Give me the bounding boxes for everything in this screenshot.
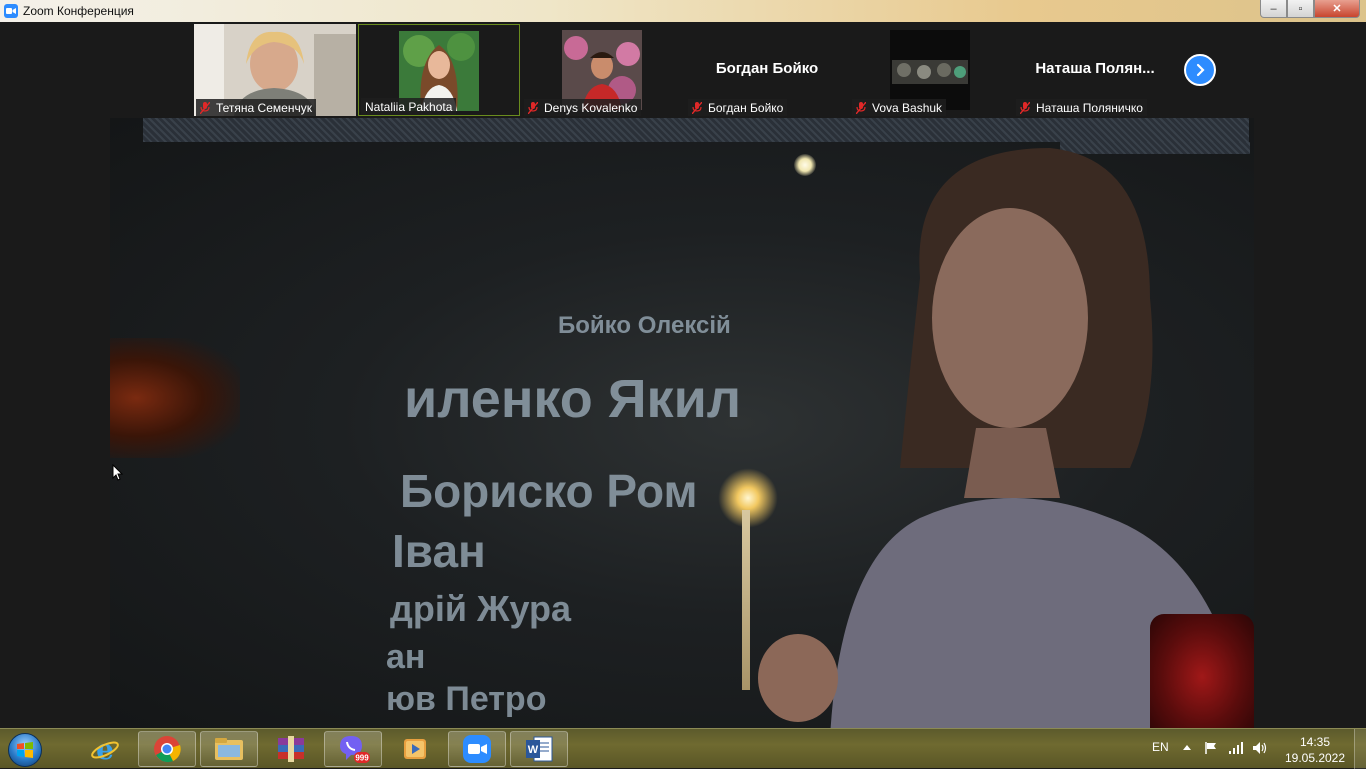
memorial-wall-text: юв Петро (386, 680, 547, 718)
taskbar-file-explorer[interactable] (200, 731, 258, 767)
participant-name: Denys Kovalenko (544, 100, 638, 115)
language-indicator[interactable]: EN (1152, 740, 1169, 754)
participant-name: Nataliia Pakhota (365, 99, 453, 114)
taskbar-word[interactable]: W (510, 731, 568, 767)
viber-badge: 999 (355, 754, 369, 763)
memorial-wall-text: иленко Якил (404, 369, 742, 429)
participant-name-tag: Наташа Поляничко (1016, 99, 1147, 116)
taskbar: e 999 W EN 14:35 19.05.2022 (0, 728, 1366, 769)
taskbar-ie[interactable]: e (76, 731, 134, 767)
window-title: Zoom Конференция (23, 4, 134, 18)
participant-display-name: Наташа Полян... (1035, 60, 1155, 77)
chevron-up-icon[interactable] (1182, 741, 1192, 755)
start-button[interactable] (4, 731, 46, 769)
volume-icon[interactable] (1252, 741, 1268, 755)
media-player-icon (404, 739, 426, 759)
taskbar-zoom[interactable] (448, 731, 506, 767)
next-page-button[interactable] (1184, 54, 1216, 86)
mic-muted-icon (856, 101, 866, 114)
participant-video (562, 30, 642, 110)
main-video: Бойко Олексій иленко Якил Бориско Ром Ів… (110, 118, 1254, 728)
participant-name-tag: Тетяна Семенчук (196, 99, 316, 116)
taskbar-winrar[interactable] (262, 731, 320, 767)
participant-name-tag: Denys Kovalenko (524, 99, 642, 116)
mic-muted-icon (200, 101, 210, 114)
fire-glow (110, 338, 240, 458)
participant-name: Богдан Бойко (708, 100, 784, 115)
memorial-wall-text: дрій Жура (390, 588, 572, 629)
folder-icon (215, 738, 243, 760)
taskbar-viber[interactable]: 999 (324, 731, 382, 767)
memorial-wall-text: Бойко Олексій (558, 312, 731, 339)
participant-tile[interactable]: Denys Kovalenko (522, 24, 684, 116)
network-signal-icon[interactable] (1228, 741, 1244, 755)
mic-muted-icon (692, 101, 702, 114)
chevron-right-icon (1196, 63, 1205, 77)
memorial-wall-text: Іван (392, 525, 486, 577)
mouse-cursor (112, 464, 124, 481)
viber-icon: 999 (340, 736, 370, 763)
show-desktop-button[interactable] (1354, 729, 1366, 769)
internet-explorer-icon: e (91, 734, 119, 764)
memorial-wall-text: Бориско Ром (400, 465, 698, 517)
participant-name: Тетяна Семенчук (216, 100, 312, 115)
participant-name: Наташа Поляничко (1036, 100, 1143, 115)
windows-logo-icon (8, 733, 42, 767)
memorial-wall-text: ан (386, 638, 426, 676)
participant-name-tag: Vova Bashuk (852, 99, 947, 116)
participant-tile[interactable]: Наташа Полян... Наташа Поляничко (1014, 24, 1176, 116)
candle (742, 510, 750, 690)
word-icon: W (526, 736, 553, 762)
participant-name-tag: Nataliia Pakhota (361, 98, 457, 115)
winrar-icon (278, 736, 304, 762)
participant-tile[interactable]: Тетяна Семенчук (194, 24, 356, 116)
svg-text:e: e (96, 734, 114, 764)
participant-tile[interactable]: Vova Bashuk (850, 24, 1012, 116)
taskbar-media-player[interactable] (386, 731, 444, 767)
memorial-lantern (1150, 614, 1254, 728)
close-button[interactable]: ✕ (1314, 0, 1360, 18)
taskbar-chrome[interactable] (138, 731, 196, 767)
action-center-flag-icon[interactable] (1204, 741, 1218, 755)
participant-tile[interactable]: Богдан Бойко Богдан Бойко (686, 24, 848, 116)
meeting-area: Тетяна Семенчук Nataliia Pakhota Denys K… (0, 22, 1366, 728)
clock-time: 14:35 (1299, 735, 1331, 749)
zoom-icon (463, 735, 491, 763)
minimize-button[interactable]: ‒ (1260, 0, 1287, 18)
maximize-button[interactable]: ▫ (1287, 0, 1314, 18)
mic-muted-icon (528, 101, 538, 114)
system-clock[interactable]: 14:35 19.05.2022 (1284, 734, 1346, 766)
zoom-app-icon (4, 4, 18, 18)
mic-muted-icon (1020, 101, 1030, 114)
participant-strip: Тетяна Семенчук Nataliia Pakhota Denys K… (194, 24, 1178, 116)
participant-display-name: Богдан Бойко (715, 60, 819, 77)
participant-video (890, 30, 970, 110)
participant-tile-active[interactable]: Nataliia Pakhota (358, 24, 520, 116)
participant-name: Vova Bashuk (872, 100, 943, 115)
clock-date: 19.05.2022 (1284, 751, 1346, 765)
participant-name-tag: Богдан Бойко (688, 99, 788, 116)
title-bar: Zoom Конференция ‒ ▫ ✕ (0, 0, 1366, 22)
svg-text:W: W (528, 744, 539, 756)
chrome-icon (154, 736, 181, 763)
